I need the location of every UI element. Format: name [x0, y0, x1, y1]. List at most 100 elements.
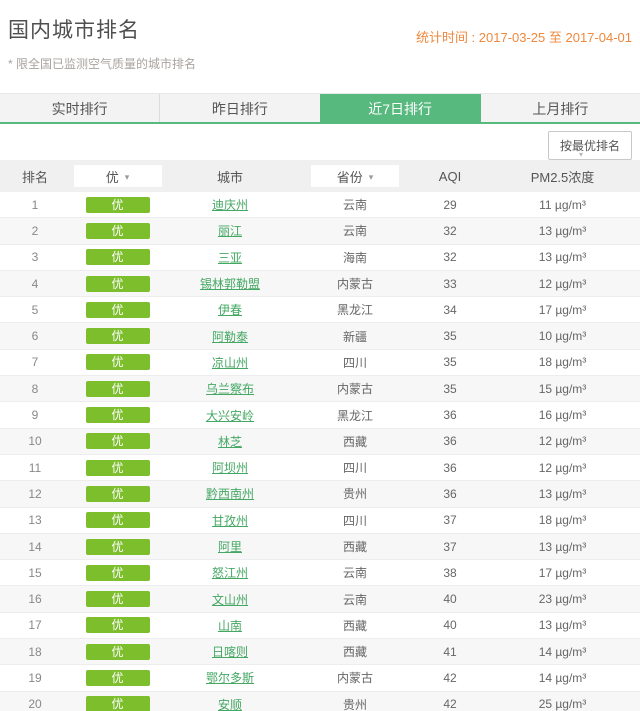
pm25-cell: 14 µg/m³ [538, 644, 587, 659]
level-badge: 优 [85, 696, 150, 711]
table-row: 18 优 日喀则 西藏 41 14 µg/m³ [0, 639, 640, 666]
pm25-cell: 17 µg/m³ [538, 302, 587, 317]
rank-cell: 20 [28, 697, 42, 711]
province-cell: 西藏 [342, 645, 367, 660]
rank-cell: 2 [31, 223, 39, 238]
city-link[interactable]: 文山州 [212, 593, 248, 607]
aqi-cell: 42 [443, 670, 457, 685]
city-link[interactable]: 迪庆州 [212, 198, 248, 212]
rank-cell: 17 [28, 618, 42, 633]
city-link[interactable]: 大兴安岭 [206, 409, 254, 423]
aqi-cell: 35 [443, 381, 457, 396]
aqi-cell: 36 [443, 408, 457, 423]
table-row: 7 优 凉山州 四川 35 18 µg/m³ [0, 349, 640, 377]
rank-cell: 11 [28, 460, 42, 475]
city-link[interactable]: 三亚 [218, 251, 242, 265]
caret-down-icon: ▾ [578, 150, 583, 159]
table-header-row: 排名 优 ▾ 城市 省份 ▾ AQI PM2.5浓度 [0, 160, 640, 192]
city-link[interactable]: 阿勒泰 [212, 330, 248, 344]
city-link[interactable]: 阿坝州 [212, 461, 248, 475]
rank-cell: 7 [31, 355, 39, 370]
tab-last7days-ranking[interactable]: 近7日排行 [319, 94, 480, 122]
province-filter-value: 省份 [336, 169, 363, 185]
pm25-cell: 13 µg/m³ [538, 486, 587, 501]
level-badge: 优 [85, 564, 150, 581]
city-link[interactable]: 怒江州 [212, 566, 248, 580]
tab-yesterday-ranking[interactable]: 昨日排行 [159, 94, 319, 122]
rank-cell: 16 [28, 592, 42, 607]
table-row: 8 优 乌兰察布 内蒙古 35 15 µg/m³ [0, 376, 640, 403]
city-link[interactable]: 阿里 [218, 540, 242, 554]
table-row: 1 优 迪庆州 云南 29 11 µg/m³ [0, 192, 640, 219]
table-row: 4 优 锡林郭勒盟 内蒙古 33 12 µg/m³ [0, 270, 640, 298]
table-row: 11 优 阿坝州 四川 36 12 µg/m³ [0, 454, 640, 482]
province-cell: 贵州 [342, 697, 367, 711]
city-link[interactable]: 丽江 [218, 224, 242, 238]
level-filter-dropdown[interactable]: 优 ▾ [73, 165, 162, 187]
city-link[interactable]: 伊春 [218, 303, 242, 317]
tab-lastmonth-ranking[interactable]: 上月排行 [479, 94, 640, 122]
rank-cell: 15 [28, 565, 42, 580]
aqi-cell: 38 [443, 565, 457, 580]
city-link[interactable]: 锡林郭勒盟 [200, 277, 260, 291]
aqi-cell: 37 [443, 513, 457, 528]
city-link[interactable]: 乌兰察布 [206, 382, 254, 396]
city-link[interactable]: 黔西南州 [206, 487, 254, 501]
level-badge: 优 [85, 196, 150, 213]
level-badge: 优 [85, 591, 150, 608]
table-row: 3 优 三亚 海南 32 13 µg/m³ [0, 244, 640, 271]
pm25-cell: 18 µg/m³ [538, 513, 587, 528]
rank-cell: 13 [28, 513, 42, 528]
province-cell: 内蒙古 [336, 277, 373, 292]
level-badge: 优 [85, 354, 150, 371]
table-row: 10 优 林芝 西藏 36 12 µg/m³ [0, 428, 640, 455]
pm25-cell: 13 µg/m³ [538, 539, 587, 554]
tab-realtime-ranking[interactable]: 实时排行 [0, 94, 159, 122]
aqi-cell: 42 [443, 697, 457, 711]
table-row: 12 优 黔西南州 贵州 36 13 µg/m³ [0, 481, 640, 508]
rank-cell: 14 [28, 539, 42, 554]
table-row: 5 优 伊春 黑龙江 34 17 µg/m³ [0, 297, 640, 324]
province-cell: 贵州 [342, 487, 367, 502]
table-row: 20 优 安顺 贵州 42 25 µg/m³ [0, 691, 640, 711]
table-row: 19 优 鄂尔多斯 内蒙古 42 14 µg/m³ [0, 665, 640, 692]
rank-cell: 1 [31, 197, 39, 212]
level-badge: 优 [85, 512, 150, 529]
province-cell: 内蒙古 [336, 382, 373, 397]
level-badge: 优 [85, 433, 150, 450]
table-toolbar: 按最优排名 ▾ [0, 124, 640, 160]
pm25-cell: 15 µg/m³ [538, 381, 587, 396]
city-link[interactable]: 日喀则 [212, 645, 248, 659]
province-cell: 海南 [342, 250, 367, 265]
province-cell: 黑龙江 [336, 303, 373, 318]
aqi-cell: 32 [443, 223, 457, 238]
city-link[interactable]: 甘孜州 [212, 514, 248, 528]
stat-time-range: 统计时间 : 2017-03-25 至 2017-04-01 [415, 30, 632, 45]
province-cell: 新疆 [342, 329, 367, 344]
rank-cell: 9 [31, 408, 39, 423]
pm25-cell: 16 µg/m³ [538, 408, 587, 423]
aqi-cell: 40 [443, 592, 457, 607]
rank-cell: 4 [31, 276, 39, 291]
province-cell: 四川 [342, 461, 367, 476]
aqi-cell: 36 [443, 460, 457, 475]
aqi-cell: 35 [443, 329, 457, 344]
aqi-cell: 34 [443, 302, 457, 317]
table-row: 6 优 阿勒泰 新疆 35 10 µg/m³ [0, 323, 640, 350]
rank-cell: 3 [31, 250, 39, 265]
province-filter-dropdown[interactable]: 省份 ▾ [311, 165, 399, 187]
table-row: 9 优 大兴安岭 黑龙江 36 16 µg/m³ [0, 402, 640, 429]
city-link[interactable]: 林芝 [218, 435, 242, 449]
pm25-cell: 10 µg/m³ [538, 329, 587, 344]
pm25-cell: 11 µg/m³ [539, 197, 586, 212]
province-cell: 西藏 [342, 434, 367, 449]
level-badge: 优 [85, 275, 150, 292]
city-link[interactable]: 安顺 [218, 698, 242, 711]
table-row: 13 优 甘孜州 四川 37 18 µg/m³ [0, 507, 640, 534]
city-link[interactable]: 山南 [218, 619, 242, 633]
province-cell: 西藏 [342, 540, 367, 554]
sort-by-best-button[interactable]: 按最优排名 [547, 131, 632, 160]
city-link[interactable]: 鄂尔多斯 [206, 671, 254, 685]
table-row: 14 优 阿里 西藏 37 13 µg/m³ [0, 533, 640, 561]
city-link[interactable]: 凉山州 [212, 356, 248, 370]
